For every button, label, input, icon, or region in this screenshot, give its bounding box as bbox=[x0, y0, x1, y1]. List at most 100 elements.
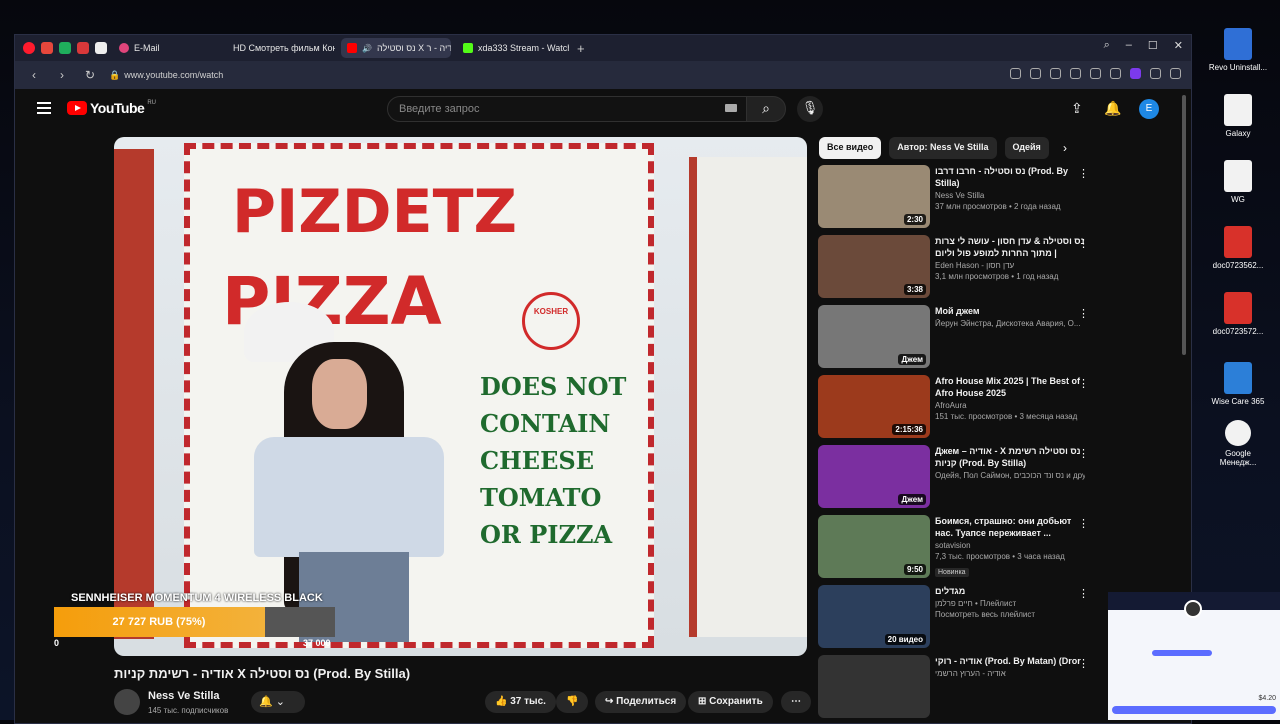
search-button[interactable]: ⌕ bbox=[746, 96, 786, 122]
desktop-icon-doc1[interactable]: doc0723562... bbox=[1206, 226, 1270, 270]
tab-stream[interactable]: xda333 Stream - Watch Li bbox=[457, 38, 569, 58]
video-thumbnail[interactable]: 9:50 bbox=[818, 515, 930, 578]
pay-button[interactable] bbox=[1112, 706, 1276, 714]
more-actions-button[interactable]: ⋯ bbox=[781, 691, 811, 713]
video-thumbnail[interactable]: 20 видео bbox=[818, 585, 930, 648]
heart-icon[interactable] bbox=[1070, 68, 1081, 79]
cube-icon[interactable] bbox=[1170, 68, 1181, 79]
revo-icon bbox=[1224, 28, 1252, 60]
pizza-box-left bbox=[114, 149, 154, 639]
box-heading-1: PIZDETZ bbox=[232, 177, 518, 247]
share-button[interactable]: ↪ Поделиться bbox=[595, 691, 687, 713]
chevron-right-icon[interactable]: › bbox=[1063, 141, 1067, 155]
recommendation-info: Джем – אודיה - X נס וסטילה רשימת קניות (… bbox=[935, 445, 1085, 480]
desktop-icon-label: doc0723572... bbox=[1212, 327, 1264, 336]
recommendation-info: Мой джем Йерун Эйнстра, Дискотека Авария,… bbox=[935, 305, 1085, 328]
recommendation-title[interactable]: נס וסטילה - חרבו דרבו (Prod. By Stilla) bbox=[935, 165, 1085, 189]
back-button[interactable]: ‹ bbox=[25, 68, 43, 82]
new-tab-button[interactable]: + bbox=[577, 41, 585, 56]
like-button[interactable]: 👍 37 тыс. bbox=[485, 691, 556, 713]
recommendation-title[interactable]: Мой джем bbox=[935, 305, 1085, 317]
more-options-icon[interactable]: ⋮ bbox=[1078, 447, 1089, 460]
recommendation-item[interactable]: 2:15:36 Afro House Mix 2025 | The Best of… bbox=[818, 375, 1148, 438]
video-thumbnail[interactable]: 2:30 bbox=[818, 165, 930, 228]
forward-button[interactable]: › bbox=[53, 68, 71, 82]
recommendation-item[interactable]: 20 видео מגדלים חיים פרלמן • Плейлист Посмо… bbox=[818, 585, 1148, 648]
amount-option-selected[interactable] bbox=[1152, 650, 1212, 656]
shield-icon[interactable] bbox=[59, 42, 71, 54]
shield-icon[interactable] bbox=[1030, 68, 1041, 79]
recommendation-item[interactable]: אודיה - רוקי (Prod. By Matan) (Dror אודיה… bbox=[818, 655, 1148, 718]
bell-icon[interactable]: 🔔 bbox=[1104, 100, 1121, 117]
desktop-icon-doc2[interactable]: doc0723572... bbox=[1206, 292, 1270, 336]
desktop-icon-wg[interactable]: WG bbox=[1206, 160, 1270, 204]
desktop-icon-revo[interactable]: Revo Uninstall... bbox=[1206, 28, 1270, 72]
video-thumbnail[interactable] bbox=[818, 655, 930, 718]
video-thumbnail[interactable]: Джем bbox=[818, 445, 930, 508]
mic-icon[interactable]: 🎙 bbox=[797, 96, 823, 122]
recommendation-item[interactable]: 3:38 נס וסטילה & עדן חסון - עושה לי צרות … bbox=[818, 235, 1148, 298]
more-options-icon[interactable]: ⋮ bbox=[1078, 307, 1089, 320]
tab-youtube[interactable]: 🔊 נס וסטילה X אודיה - ר bbox=[341, 38, 451, 58]
url-field[interactable]: www.youtube.com/watch bbox=[124, 70, 223, 80]
maximize-button[interactable]: ☐ bbox=[1148, 39, 1158, 52]
video-thumbnail[interactable]: 3:38 bbox=[818, 235, 930, 298]
vpn-icon[interactable] bbox=[1130, 68, 1141, 79]
youtube-logo[interactable]: YouTube RU bbox=[67, 100, 156, 116]
reload-button[interactable]: ↻ bbox=[81, 68, 99, 82]
chip-all-videos[interactable]: Все видео bbox=[819, 137, 882, 159]
recommendation-title[interactable]: Джем – אודיה - X נס וסטילה רשימת קניות (… bbox=[935, 445, 1085, 469]
desktop-icon-wisecare[interactable]: Wise Care 365 bbox=[1206, 362, 1270, 406]
pin-icon[interactable] bbox=[77, 42, 89, 54]
recommendation-title[interactable]: אודיה - רוקי (Prod. By Matan) (Dror bbox=[935, 655, 1085, 667]
keyboard-icon[interactable] bbox=[725, 104, 737, 112]
download-icon[interactable] bbox=[1090, 68, 1101, 79]
video-thumbnail[interactable]: 2:15:36 bbox=[818, 375, 930, 438]
recommendation-title[interactable]: Боимся, страшно: они добьют нас. Туапсе … bbox=[935, 515, 1085, 539]
more-options-icon[interactable]: ⋮ bbox=[1078, 167, 1089, 180]
search-tabs-icon[interactable]: ⌕ bbox=[1104, 39, 1110, 52]
channel-avatar[interactable] bbox=[114, 689, 140, 715]
recommendation-title[interactable]: מגדלים bbox=[935, 585, 1085, 597]
camera-icon[interactable] bbox=[1010, 68, 1021, 79]
tab-email[interactable]: E-Mail bbox=[113, 38, 221, 58]
recommendation-title[interactable]: Afro House Mix 2025 | The Best of Afro H… bbox=[935, 375, 1085, 399]
more-options-icon[interactable]: ⋮ bbox=[1078, 657, 1089, 670]
video-thumbnail[interactable]: Джем bbox=[818, 305, 930, 368]
scrollbar[interactable] bbox=[1182, 95, 1186, 355]
recommendation-item[interactable]: Джем Джем – אודיה - X נס וסטילה רשימת קני… bbox=[818, 445, 1148, 508]
video-player[interactable]: PIZDETZ PIZZA KOSHER DOES NOT CONTAIN CH… bbox=[114, 137, 807, 656]
avatar[interactable]: E bbox=[1139, 99, 1159, 119]
recommendation-title[interactable]: נס וסטילה & עדן חסון - עושה לי צרות | מת… bbox=[935, 235, 1085, 259]
more-options-icon[interactable]: ⋮ bbox=[1078, 237, 1089, 250]
floating-payment-window[interactable]: $4.20 bbox=[1108, 592, 1280, 720]
desktop-icon-google[interactable]: Google Менедж... bbox=[1206, 420, 1270, 467]
chip-author[interactable]: Автор: Ness Ve Stilla bbox=[889, 137, 997, 159]
chip-odeya[interactable]: Одейя bbox=[1004, 137, 1049, 159]
app-icon[interactable] bbox=[95, 42, 107, 54]
gmail-icon[interactable] bbox=[41, 42, 53, 54]
close-button[interactable]: ✕ bbox=[1174, 39, 1183, 52]
menu-icon[interactable] bbox=[37, 102, 51, 117]
more-options-icon[interactable]: ⋮ bbox=[1078, 517, 1089, 530]
more-options-icon[interactable]: ⋮ bbox=[1078, 377, 1089, 390]
upload-icon[interactable]: ⇪ bbox=[1071, 100, 1083, 117]
recommendation-item[interactable]: 2:30 נס וסטילה - חרבו דרבו (Prod. By Stil… bbox=[818, 165, 1148, 228]
subscription-bell-button[interactable]: 🔔 ⌄ bbox=[251, 691, 305, 713]
payment-amount: $4.20 bbox=[1258, 695, 1276, 702]
subscriber-count: 145 тыс. подписчиков bbox=[148, 706, 229, 715]
desktop-icon-galaxy[interactable]: Galaxy bbox=[1206, 94, 1270, 138]
extension-icon[interactable] bbox=[1150, 68, 1161, 79]
tab-movie[interactable]: HD Смотреть фильм Конвер bbox=[227, 38, 335, 58]
play-icon[interactable] bbox=[1050, 68, 1061, 79]
channel-name[interactable]: Ness Ve Stilla bbox=[148, 690, 220, 702]
recommendation-item[interactable]: 9:50 Боимся, страшно: они добьют нас. Туа… bbox=[818, 515, 1148, 578]
minimize-button[interactable]: – bbox=[1126, 39, 1132, 52]
search-input[interactable]: Введите запрос bbox=[387, 96, 747, 122]
more-options-icon[interactable]: ⋮ bbox=[1078, 587, 1089, 600]
save-button[interactable]: ⊞ Сохранить bbox=[688, 691, 773, 713]
menu-icon[interactable] bbox=[1110, 68, 1121, 79]
opera-icon[interactable] bbox=[23, 42, 35, 54]
dislike-button[interactable]: 👎 bbox=[556, 691, 589, 713]
recommendation-item[interactable]: Джем Мой джем Йерун Эйнстра, Дискотека Ава… bbox=[818, 305, 1148, 368]
